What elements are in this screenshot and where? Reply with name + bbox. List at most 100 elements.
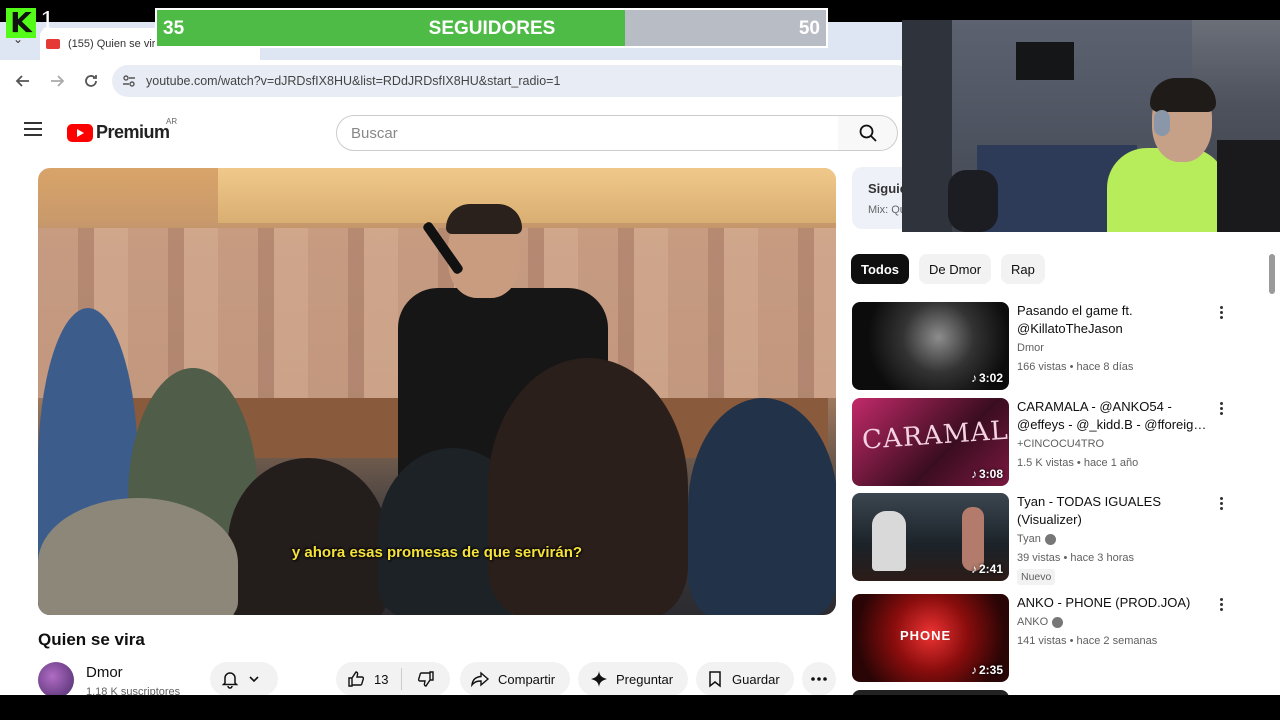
- video-thumbnail-partial[interactable]: [852, 690, 1009, 695]
- webcam-desk: [1217, 140, 1280, 232]
- url-text: youtube.com/watch?v=dJRDsfIX8HU&list=RDd…: [146, 74, 561, 88]
- verified-icon: [1044, 533, 1056, 545]
- webcam-feed: [902, 20, 1280, 232]
- channel-text: +CINCOCU4TRO: [1017, 438, 1105, 450]
- thumbnail-artwork-text: PHONE: [900, 628, 952, 643]
- more-vertical-icon[interactable]: [1216, 400, 1226, 420]
- recommendation-channel[interactable]: Tyan: [1017, 533, 1056, 545]
- youtube-favicon-icon: [46, 39, 60, 49]
- search-input[interactable]: Buscar: [336, 115, 839, 151]
- site-settings-icon[interactable]: [122, 74, 136, 88]
- webcam-chair: [948, 170, 998, 232]
- back-button[interactable]: [8, 66, 38, 96]
- search-button[interactable]: [838, 115, 898, 151]
- verified-icon: [1052, 616, 1064, 628]
- notifications-button[interactable]: [210, 662, 278, 695]
- like-button[interactable]: 13: [336, 668, 402, 690]
- thumbnail-figure: [872, 511, 906, 571]
- channel-text: Tyan: [1017, 533, 1041, 545]
- scene-crowd: [688, 398, 836, 615]
- save-button[interactable]: Guardar: [696, 662, 794, 695]
- mix-subtitle: Mix: Qu: [868, 204, 906, 216]
- share-button[interactable]: Compartir: [460, 662, 570, 695]
- stream-scene: ⌄ (155) Quien se vira youtube.com/watch?…: [0, 0, 1280, 720]
- arrow-left-icon: [15, 75, 29, 87]
- like-dislike-group: 13: [336, 662, 450, 695]
- thumbnail-artwork-text: CARAMALA: [861, 414, 1009, 456]
- recommendation-item[interactable]: CARAMALA ♪ 3:08 CARAMALA - @ANKO54 - @ef…: [852, 398, 1262, 488]
- arrow-right-icon: [51, 75, 65, 87]
- duration-text: 3:08: [978, 467, 1003, 481]
- duration-badge: ♪ 3:02: [970, 371, 1003, 385]
- webcam-streamer-hair: [1150, 78, 1216, 112]
- chip-rap[interactable]: Rap: [1001, 254, 1045, 284]
- recommendation-title[interactable]: ANKO - PHONE (PROD.JOA): [1017, 594, 1217, 612]
- recommendation-channel[interactable]: Dmor: [1017, 342, 1044, 354]
- logo-text: Premium: [96, 122, 170, 142]
- scene-crowd: [228, 458, 388, 615]
- reload-icon: [85, 75, 97, 87]
- chevron-down-icon: [249, 676, 259, 683]
- channel-text: ANKO: [1017, 616, 1049, 628]
- like-count: 13: [374, 671, 389, 687]
- more-vertical-icon[interactable]: [1216, 304, 1226, 324]
- duration-badge: ♪ 3:08: [970, 467, 1003, 481]
- save-label: Guardar: [732, 671, 780, 687]
- duration-badge: ♪ 2:35: [970, 663, 1003, 677]
- recommendation-meta: 166 vistas • hace 8 días: [1017, 361, 1134, 373]
- video-thumbnail[interactable]: CARAMALA ♪ 3:08: [852, 398, 1009, 486]
- new-badge: Nuevo: [1017, 569, 1056, 585]
- headset-icon: [1154, 110, 1170, 136]
- channel-row: Dmor 1.18 K suscriptores 13 Compartir Pr…: [38, 662, 838, 695]
- filter-chips: Todos De Dmor Rap: [851, 254, 1045, 284]
- dislike-button[interactable]: [402, 669, 450, 689]
- follower-goal-bar: SEGUIDORES 35 50: [155, 8, 828, 48]
- reload-button[interactable]: [76, 66, 106, 96]
- chip-de-dmor[interactable]: De Dmor: [919, 254, 992, 284]
- subscriber-count: 1.18 K suscriptores: [86, 686, 181, 695]
- forward-button[interactable]: [42, 66, 72, 96]
- menu-icon[interactable]: [24, 122, 42, 136]
- recommendation-item[interactable]: ♪ 3:02 Pasando el game ft. @KillatoTheJa…: [852, 302, 1262, 392]
- recommendation-meta: 1.5 K vistas • hace 1 año: [1017, 457, 1139, 469]
- scroll-thumb[interactable]: [1269, 254, 1275, 294]
- more-vertical-icon[interactable]: [1216, 596, 1226, 616]
- recommendation-item[interactable]: ♪ 2:41 Tyan - TODAS IGUALES (Visualizer)…: [852, 493, 1262, 585]
- more-vertical-icon[interactable]: [1216, 495, 1226, 515]
- recommendation-channel[interactable]: ANKO: [1017, 616, 1064, 628]
- scene-crowd: [488, 358, 688, 615]
- follower-goal-label: SEGUIDORES: [428, 18, 556, 39]
- follower-current: 35: [163, 18, 185, 39]
- recommendation-title[interactable]: CARAMALA - @ANKO54 - @effeys - @_kidd.B …: [1017, 398, 1217, 434]
- search-icon: [859, 124, 877, 142]
- video-thumbnail[interactable]: PHONE ♪ 2:35: [852, 594, 1009, 682]
- ask-label: Preguntar: [616, 671, 674, 687]
- video-player[interactable]: y ahora esas promesas de que servirán?: [38, 168, 836, 615]
- video-title: Quien se vira: [38, 630, 145, 649]
- recommendation-title[interactable]: Tyan - TODAS IGUALES (Visualizer): [1017, 493, 1217, 529]
- sidebar-scrollbar[interactable]: [1268, 242, 1276, 695]
- more-horizontal-icon: [811, 677, 827, 681]
- share-icon: [471, 671, 490, 688]
- webcam-tv: [1016, 42, 1074, 80]
- webcam-door: [902, 20, 952, 232]
- video-thumbnail[interactable]: ♪ 3:02: [852, 302, 1009, 390]
- bookmark-icon: [709, 671, 721, 688]
- recommendation-title[interactable]: Pasando el game ft. @KillatoTheJason: [1017, 302, 1217, 338]
- ask-button[interactable]: Preguntar: [578, 662, 688, 695]
- chip-todos[interactable]: Todos: [851, 254, 910, 284]
- duration-text: 2:35: [978, 663, 1003, 677]
- follower-goal: 50: [798, 18, 820, 39]
- youtube-premium-logo[interactable]: Premium AR: [67, 117, 177, 143]
- duration-badge: ♪ 2:41: [970, 562, 1003, 576]
- webcam-streamer-body: [1107, 148, 1227, 232]
- recommendation-channel[interactable]: +CINCOCU4TRO: [1017, 438, 1104, 450]
- channel-name[interactable]: Dmor: [86, 664, 123, 681]
- recommendation-item[interactable]: PHONE ♪ 2:35 ANKO - PHONE (PROD.JOA) ANK…: [852, 594, 1262, 684]
- channel-avatar[interactable]: [38, 662, 74, 695]
- more-actions-button[interactable]: [802, 662, 836, 695]
- video-thumbnail[interactable]: ♪ 2:41: [852, 493, 1009, 581]
- region-code: AR: [166, 117, 178, 126]
- recommendation-meta: 141 vistas • hace 2 semanas: [1017, 635, 1158, 647]
- url-bar[interactable]: youtube.com/watch?v=dJRDsfIX8HU&list=RDd…: [112, 65, 912, 97]
